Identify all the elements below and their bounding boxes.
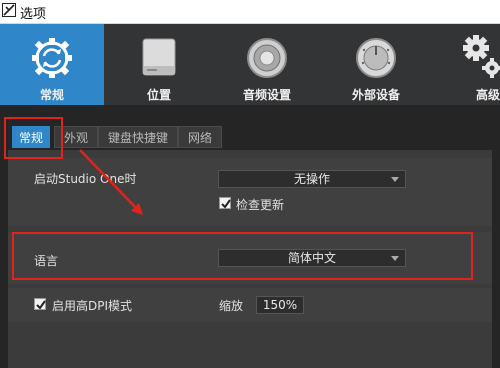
toolbar-advanced-label: 高级	[476, 88, 500, 102]
tab-keyboard-shortcuts[interactable]: 键盘快捷键	[98, 126, 178, 148]
gears-icon	[463, 35, 500, 78]
toolbar-advanced-button[interactable]: 高级	[432, 24, 500, 105]
toolbar-audio-button[interactable]: 音频设置	[214, 24, 320, 105]
chevron-down-icon	[391, 177, 399, 182]
language-value: 简体中文	[287, 251, 336, 265]
chevron-down-icon	[391, 256, 399, 261]
check-updates-checkbox[interactable]	[219, 197, 231, 209]
high-dpi-label: 启用高DPI模式	[52, 299, 133, 313]
zoom-label: 缩放	[219, 299, 244, 313]
language-label: 语言	[34, 254, 59, 268]
zoom-value-field[interactable]: 150%	[256, 296, 304, 314]
toolbar-audio-label: 音频设置	[242, 88, 291, 102]
knob-icon	[356, 38, 396, 78]
speaker-icon	[247, 38, 287, 78]
app-icon	[2, 3, 16, 17]
toolbar-location-button[interactable]: 位置	[104, 24, 214, 105]
startup-action-dropdown[interactable]: 无操作	[218, 170, 406, 188]
options-content: 常规 外观 键盘快捷键 网络 启动Studio One时 无操作 检查更新 语言…	[0, 105, 500, 368]
options-toolbar: 常规 位置 音频设置 外部设备 高级	[0, 24, 500, 105]
window-title: 选项	[20, 7, 47, 22]
startup-action-value: 无操作	[293, 172, 330, 186]
checkmark-icon	[221, 199, 231, 209]
startup-label: 启动Studio One时	[34, 172, 137, 186]
checkmark-icon	[36, 300, 46, 310]
toolbar-location-label: 位置	[146, 88, 171, 102]
refresh-gear-icon	[32, 38, 72, 78]
tab-appearance[interactable]: 外观	[54, 126, 98, 148]
toolbar-general-label: 常规	[39, 88, 64, 102]
toolbar-general-button[interactable]: 常规	[0, 24, 104, 105]
language-section: 语言 简体中文	[8, 232, 492, 284]
display-section: 启用高DPI模式 缩放 150%	[8, 288, 492, 322]
tab-general[interactable]: 常规	[12, 126, 50, 148]
drive-icon	[142, 38, 176, 76]
window-titlebar: 选项	[0, 0, 500, 24]
toolbar-external-button[interactable]: 外部设备	[320, 24, 432, 105]
startup-section: 启动Studio One时 无操作 检查更新	[8, 158, 492, 226]
tab-network[interactable]: 网络	[178, 126, 222, 148]
high-dpi-checkbox[interactable]	[34, 298, 46, 310]
check-updates-label: 检查更新	[236, 198, 285, 212]
toolbar-external-label: 外部设备	[351, 88, 400, 102]
general-panel: 启动Studio One时 无操作 检查更新 语言 简体中文 启用高DPI模式 …	[8, 150, 492, 368]
language-dropdown[interactable]: 简体中文	[218, 249, 406, 267]
